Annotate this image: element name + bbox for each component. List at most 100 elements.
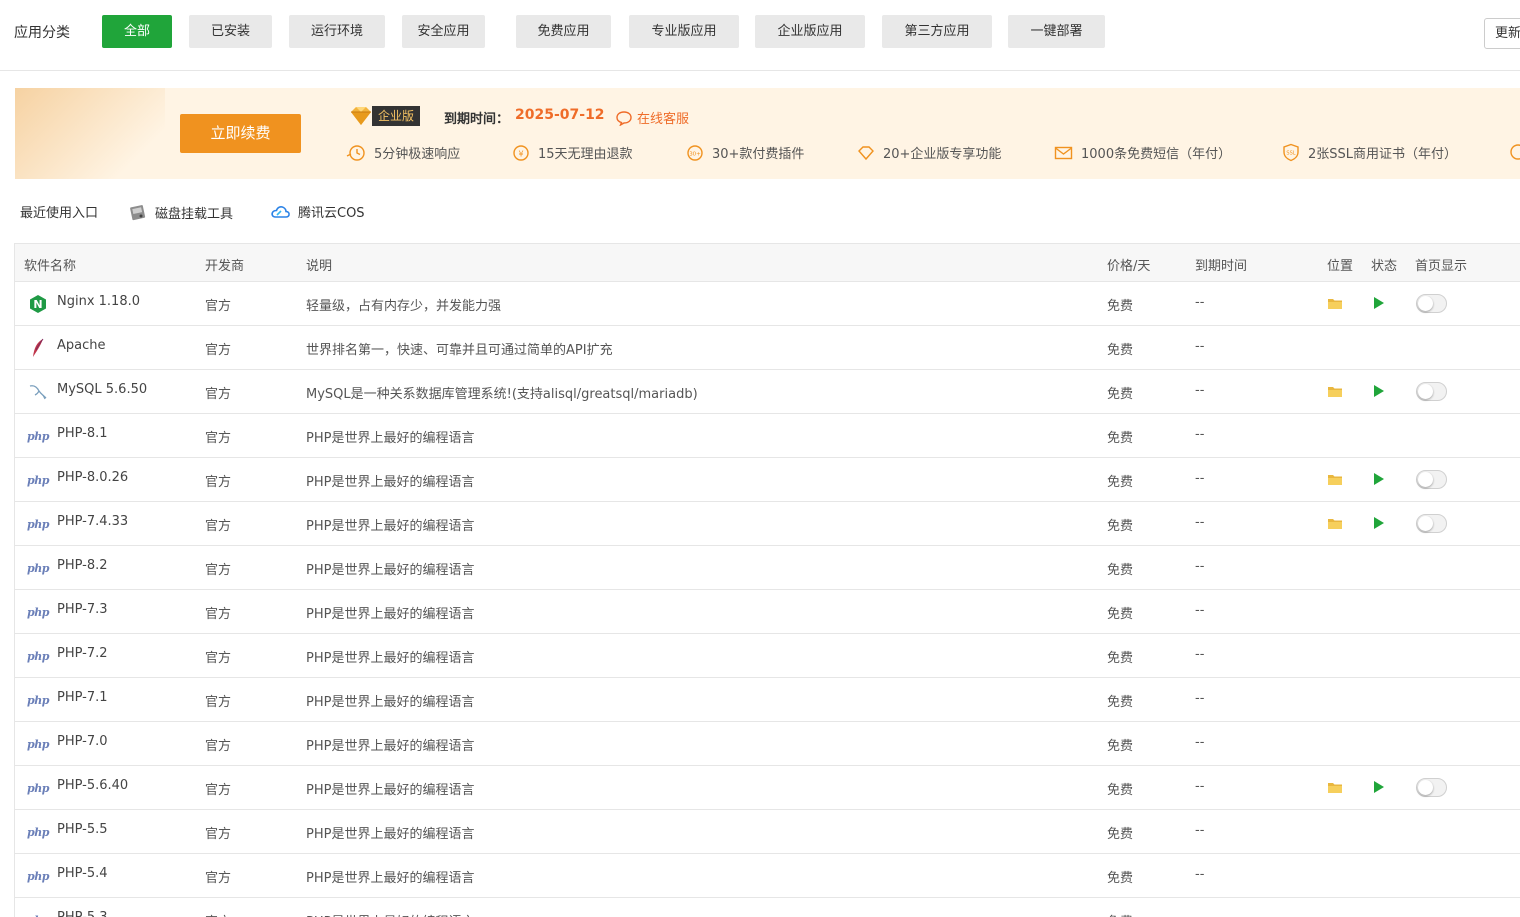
software-name[interactable]: PHP-7.4.33 bbox=[57, 514, 128, 529]
description: PHP是世界上最好的编程语言 bbox=[306, 783, 475, 798]
description: 轻量级，占有内存少，并发能力强 bbox=[306, 299, 502, 314]
svg-text:SSL: SSL bbox=[1286, 151, 1295, 157]
price: 免费 bbox=[1107, 739, 1134, 754]
homepage-display-toggle[interactable] bbox=[1416, 294, 1447, 313]
play-icon[interactable] bbox=[1374, 473, 1384, 485]
play-icon[interactable] bbox=[1374, 517, 1384, 529]
header-price[interactable]: 价格/天 bbox=[1107, 255, 1150, 274]
description: PHP是世界上最好的编程语言 bbox=[306, 475, 475, 490]
plugin-icon: 30+ bbox=[687, 144, 703, 161]
category-button[interactable]: 已安装 bbox=[189, 15, 272, 48]
software-name[interactable]: PHP-8.1 bbox=[57, 426, 108, 441]
software-name[interactable]: PHP-7.2 bbox=[57, 646, 108, 661]
play-icon[interactable] bbox=[1374, 297, 1384, 309]
feature-fast-response: 5分钟极速响应 bbox=[346, 143, 460, 162]
recent-entries-text: 最近使用入口 bbox=[20, 206, 99, 221]
software-name[interactable]: PHP-5.6.40 bbox=[57, 778, 128, 793]
homepage-display-toggle[interactable] bbox=[1416, 514, 1447, 533]
enterprise-badge-text: 企业版 bbox=[372, 106, 421, 126]
homepage-display-toggle[interactable] bbox=[1416, 778, 1447, 797]
chat-icon bbox=[616, 110, 632, 126]
category-button[interactable]: 企业版应用 bbox=[755, 15, 865, 48]
expire-date: 2025-07-12 bbox=[515, 107, 605, 123]
apache-feather-icon bbox=[33, 338, 44, 357]
php-icon: php bbox=[27, 693, 49, 707]
quick-link-tencent-cos[interactable]: 腾讯云COS bbox=[270, 202, 365, 221]
table-row: php PHP-5.5 官方 PHP是世界上最好的编程语言 免费 -- bbox=[15, 810, 1520, 854]
developer: 官方 bbox=[205, 827, 232, 842]
enterprise-banner: 立即续费 企业版 到期时间： 2025-07-12 在线客服 5分钟极速响应 ¥… bbox=[15, 88, 1520, 179]
software-name[interactable]: PHP-5.5 bbox=[57, 822, 108, 837]
software-name[interactable]: Apache bbox=[57, 338, 106, 353]
developer: 官方 bbox=[205, 343, 232, 358]
quick-link-label: 磁盘挂载工具 bbox=[155, 206, 234, 222]
homepage-display-toggle[interactable] bbox=[1416, 470, 1447, 489]
homepage-display-toggle[interactable] bbox=[1416, 382, 1447, 401]
expire-time: -- bbox=[1195, 471, 1205, 486]
expire-time: -- bbox=[1195, 295, 1205, 310]
description: PHP是世界上最好的编程语言 bbox=[306, 563, 475, 578]
play-icon[interactable] bbox=[1374, 385, 1384, 397]
category-button[interactable]: 第三方应用 bbox=[882, 15, 992, 48]
table-row: php PHP-8.1 官方 PHP是世界上最好的编程语言 免费 -- bbox=[15, 414, 1520, 458]
folder-icon[interactable] bbox=[1327, 472, 1343, 486]
header-developer: 开发商 bbox=[205, 259, 245, 274]
enterprise-badge: 企业版 bbox=[348, 105, 421, 127]
category-button[interactable]: 全部 bbox=[102, 15, 172, 48]
ssl-shield-icon: SSL bbox=[1283, 143, 1299, 162]
description: PHP是世界上最好的编程语言 bbox=[306, 827, 475, 842]
price: 免费 bbox=[1107, 475, 1134, 490]
php-icon: php bbox=[27, 649, 49, 663]
expire-time: -- bbox=[1195, 691, 1205, 706]
online-service-label: 在线客服 bbox=[637, 112, 690, 127]
software-name[interactable]: PHP-7.1 bbox=[57, 690, 108, 705]
header-status: 状态 bbox=[1371, 259, 1398, 274]
category-button[interactable]: 运行环境 bbox=[289, 15, 385, 48]
quick-link-label: 腾讯云COS bbox=[298, 206, 365, 221]
expire-time: -- bbox=[1195, 779, 1205, 794]
software-name[interactable]: PHP-7.3 bbox=[57, 602, 108, 617]
online-service-link[interactable]: 在线客服 bbox=[615, 108, 689, 127]
price: 免费 bbox=[1107, 387, 1134, 402]
svg-text:30+: 30+ bbox=[689, 151, 701, 157]
update-button[interactable]: 更新 bbox=[1484, 18, 1520, 49]
software-name[interactable]: MySQL 5.6.50 bbox=[57, 382, 147, 397]
expire-time: -- bbox=[1195, 559, 1205, 574]
php-icon: php bbox=[27, 869, 49, 883]
software-name[interactable]: PHP-5.4 bbox=[57, 866, 108, 881]
software-name[interactable]: Nginx 1.18.0 bbox=[57, 294, 140, 309]
table-row: php PHP-7.2 官方 PHP是世界上最好的编程语言 免费 -- bbox=[15, 634, 1520, 678]
expire-time: -- bbox=[1195, 823, 1205, 838]
header-name[interactable]: 软件名称 bbox=[24, 255, 76, 274]
category-button[interactable]: 安全应用 bbox=[402, 15, 485, 48]
folder-icon[interactable] bbox=[1327, 296, 1343, 310]
table-row: php PHP-8.2 官方 PHP是世界上最好的编程语言 免费 -- bbox=[15, 546, 1520, 590]
software-table: 软件名称 开发商 说明 价格/天 到期时间 位置 状态 首页显示 N Nginx … bbox=[14, 243, 1520, 917]
software-name[interactable]: PHP-7.0 bbox=[57, 734, 108, 749]
table-row: php PHP-5.4 官方 PHP是世界上最好的编程语言 免费 -- bbox=[15, 854, 1520, 898]
expire-time: -- bbox=[1195, 735, 1205, 750]
category-button[interactable]: 免费应用 bbox=[516, 15, 611, 48]
price: 免费 bbox=[1107, 783, 1134, 798]
category-button[interactable]: 专业版应用 bbox=[629, 15, 739, 48]
developer: 官方 bbox=[205, 911, 231, 917]
software-name[interactable]: PHP-8.0.26 bbox=[57, 470, 128, 485]
feature-label: 20+企业版专享功能 bbox=[883, 147, 1002, 162]
header-expire[interactable]: 到期时间 bbox=[1195, 255, 1247, 274]
renew-button[interactable]: 立即续费 bbox=[180, 114, 301, 153]
price: 免费 bbox=[1107, 695, 1134, 710]
category-button[interactable]: 一键部署 bbox=[1008, 15, 1105, 48]
php-icon: php bbox=[27, 473, 49, 487]
php-icon: php bbox=[27, 429, 49, 443]
folder-icon[interactable] bbox=[1327, 516, 1343, 530]
developer: 官方 bbox=[205, 651, 232, 666]
folder-icon[interactable] bbox=[1327, 780, 1343, 794]
quick-link-disk-mount[interactable]: 磁盘挂载工具 bbox=[128, 202, 233, 222]
folder-icon[interactable] bbox=[1327, 384, 1343, 398]
software-name[interactable]: PHP-8.2 bbox=[57, 558, 108, 573]
table-row: php PHP-7.4.33 官方 PHP是世界上最好的编程语言 免费 -- bbox=[15, 502, 1520, 546]
developer: 官方 bbox=[205, 387, 232, 402]
feature-sms: 1000条免费短信（年付） bbox=[1054, 143, 1231, 162]
play-icon[interactable] bbox=[1374, 781, 1384, 793]
software-name[interactable]: PHP-5.3 bbox=[57, 910, 108, 917]
